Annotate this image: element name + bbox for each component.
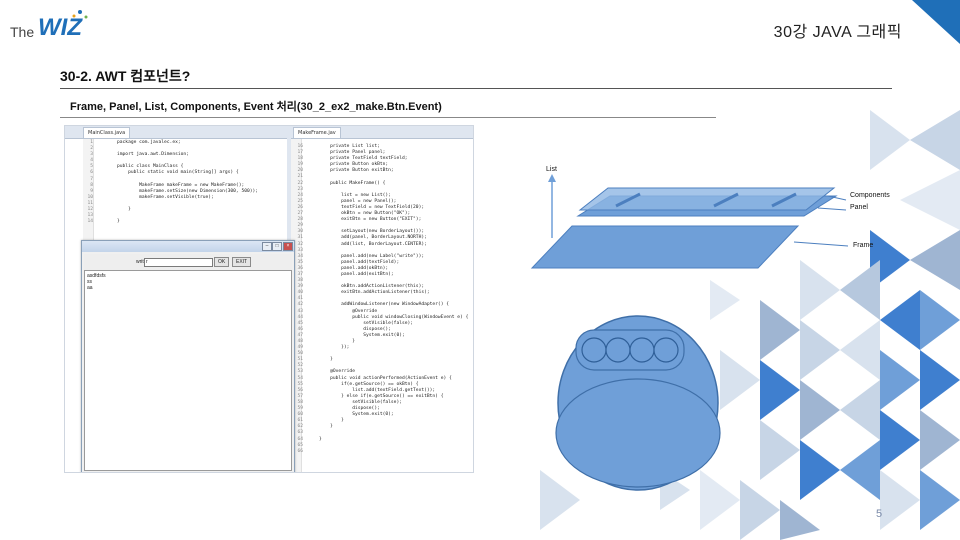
minimize-icon[interactable]: –: [262, 242, 272, 251]
editor-tabbar: MainClass.java: [65, 126, 287, 139]
close-icon[interactable]: ×: [283, 242, 293, 251]
corner-decoration: [912, 0, 960, 44]
maximize-icon[interactable]: □: [272, 242, 282, 251]
code-line: public void actionPerformed(ActionEvent …: [319, 375, 452, 381]
label-components: Components: [850, 192, 890, 199]
tab-mainclass[interactable]: MainClass.java: [83, 127, 131, 138]
java-app-window[interactable]: – □ × write r OK EXIT asdfdsfs ss aa: [81, 240, 295, 472]
editor-tabbar: MakeFrame.jav: [291, 126, 473, 139]
code-line: MakeFrame makeFrame = new MakeFrame();: [117, 182, 245, 188]
label-panel: Panel: [850, 204, 868, 211]
exit-button[interactable]: EXIT: [232, 257, 252, 267]
diagram-shapes: [530, 174, 849, 491]
leader-line: [817, 207, 847, 211]
label-list: List: [546, 166, 557, 173]
code-line: makeFrame.setSize(new Dimension(300, 500…: [117, 188, 259, 194]
code-line: addWindowListener(new WindowAdapter() {: [319, 302, 449, 308]
section-title: 30-2. AWT 컴포넌트?: [60, 68, 191, 84]
divider: [60, 88, 892, 89]
component-circle: [629, 337, 655, 363]
component-circle: [605, 337, 631, 363]
awt-component-diagram: List Components Panel Frame: [528, 160, 908, 500]
line-number: 14: [87, 219, 93, 225]
label-frame: Frame: [853, 242, 874, 249]
page-header-title: 30강 JAVA 그래픽: [773, 24, 902, 41]
editor-main-class: MainClass.java 1 2 3 4 5 6 7 8 9 10 11 12 13 14 packa…: [65, 126, 287, 246]
list-item[interactable]: aa: [87, 285, 93, 291]
frame-content: write r OK EXIT asdfdsfs ss aa: [84, 254, 292, 471]
brand-logo: The WIZ: [8, 6, 98, 46]
leader-line: [793, 241, 849, 247]
sparkle-icon: [72, 10, 88, 19]
tab-makeframe[interactable]: MakeFrame.jav: [293, 127, 341, 138]
frame-plane: [530, 225, 800, 269]
page-number: 5: [876, 508, 883, 520]
awt-list[interactable]: asdfdsfs ss aa: [84, 270, 292, 471]
editor-make-frame: MakeFrame.jav 16 17 18 19 20 21 22 23 24 25 26 27 28…: [291, 126, 473, 472]
line-numbers: 1 2 3 4 5 6 7 8 9 10 11 12 13 14: [79, 140, 93, 225]
code-line: }: [117, 219, 120, 225]
code-listing: private List list; private Panel panel; …: [319, 144, 468, 455]
code-listing: package com.javalec.ex; import java.awt.…: [117, 140, 258, 225]
window-titlebar[interactable]: – □ ×: [82, 241, 294, 252]
code-line: public void windowClosing(WindowEvent e)…: [319, 314, 469, 320]
divider: [60, 117, 716, 118]
write-text-field[interactable]: r: [144, 258, 213, 267]
subtitle: Frame, Panel, List, Components, Event 처리…: [70, 101, 442, 113]
code-line: public static void main(String[] args) {: [117, 170, 239, 176]
ide-screenshot: MainClass.java 1 2 3 4 5 6 7 8 9 10 11 12 13 14 packa…: [64, 125, 474, 473]
ok-button[interactable]: OK: [214, 257, 230, 267]
component-circle: [653, 337, 679, 363]
list-oval: [555, 378, 721, 488]
logo-text-the: The: [10, 24, 35, 40]
arrow-head-icon: [548, 174, 556, 182]
components-plane: [578, 187, 836, 211]
component-circle: [581, 337, 607, 363]
